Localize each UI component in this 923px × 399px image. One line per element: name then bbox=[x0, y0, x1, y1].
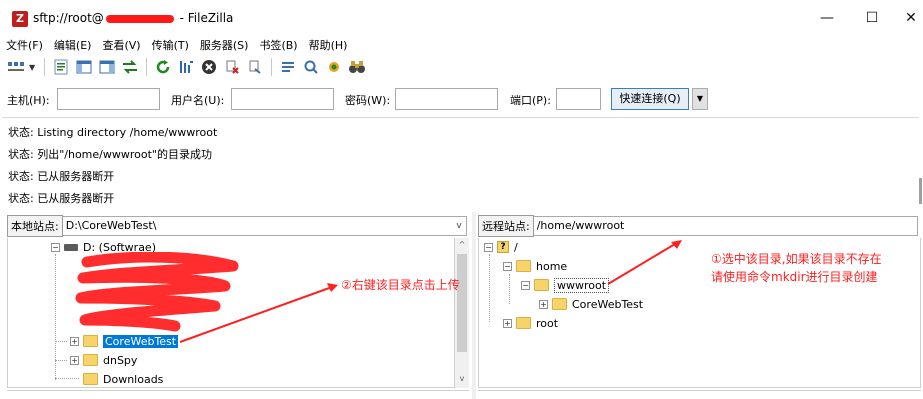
annotation-arrows bbox=[179, 240, 682, 343]
remote-annotation-arrow bbox=[607, 243, 676, 285]
local-annotation-arrow bbox=[179, 286, 333, 343]
local-annotation-text: ②右键该目录点击上传 bbox=[341, 278, 460, 292]
remote-annotation-text-2: 请使用命令mkdir进行目录创建 bbox=[711, 270, 878, 284]
remote-annotation-text-1: ①选中该目录,如果该目录不存在 bbox=[711, 252, 882, 266]
